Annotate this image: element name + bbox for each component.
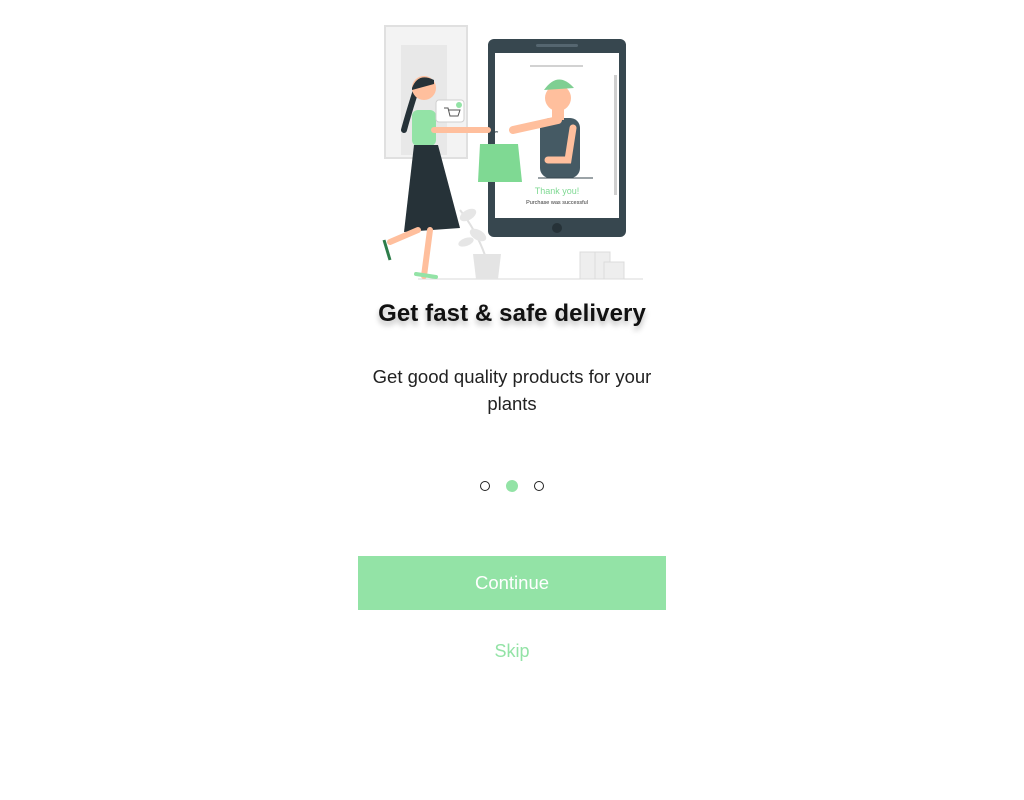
skip-link[interactable]: Skip [0, 641, 1024, 662]
delivery-illustration: Thank you! Purchase was successful [382, 25, 643, 280]
page-dot-1[interactable] [480, 481, 490, 491]
continue-button[interactable]: Continue [358, 556, 666, 610]
page-description: Get good quality products for your plant… [372, 366, 652, 414]
thank-you-text: Thank you! [535, 186, 580, 196]
page-title: Get fast & safe delivery [378, 300, 646, 327]
pagination-dots [0, 479, 1024, 493]
page-dot-3[interactable] [534, 481, 544, 491]
purchase-success-text: Purchase was successful [526, 200, 588, 206]
page-dot-2-active[interactable] [506, 480, 518, 492]
onboarding-screen: Thank you! Purchase was successful Get f… [0, 0, 1024, 800]
